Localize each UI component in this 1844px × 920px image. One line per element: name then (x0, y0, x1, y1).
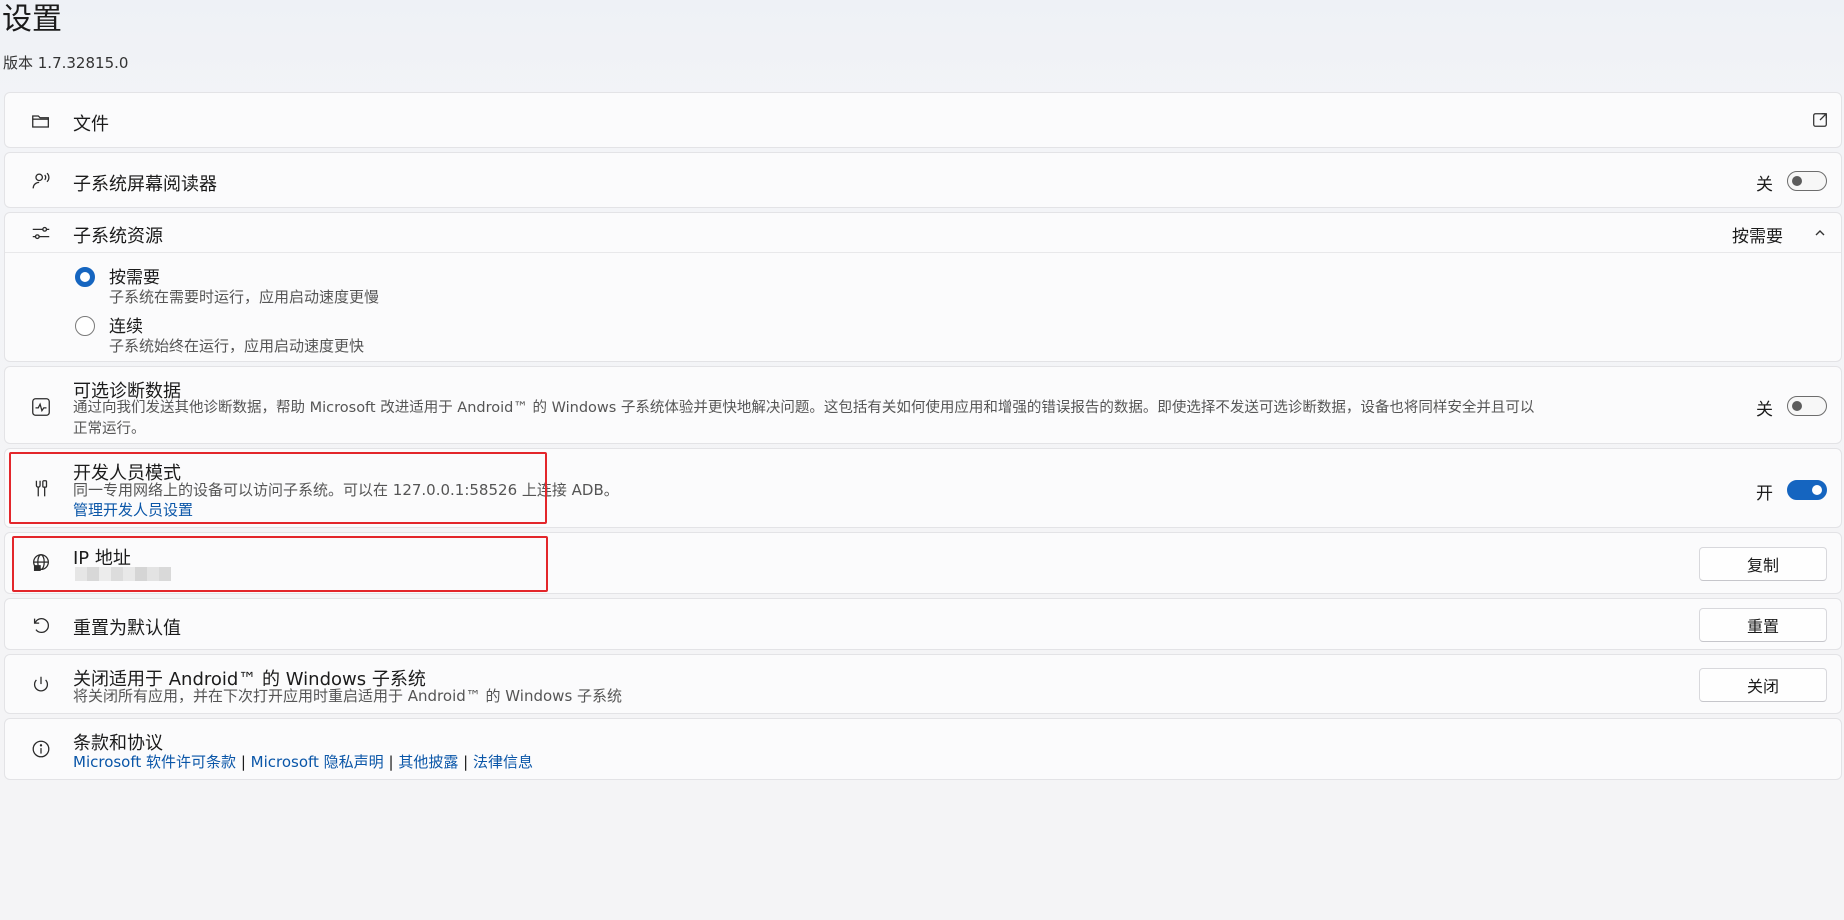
chevron-up-icon[interactable] (1813, 225, 1827, 239)
activity-icon (29, 395, 53, 419)
terms-card: 条款和协议 Microsoft 软件许可条款 | Microsoft 隐私声明 … (4, 718, 1842, 780)
files-label: 文件 (73, 114, 109, 135)
diagnostics-card: 可选诊断数据 通过向我们发送其他诊断数据，帮助 Microsoft 改进适用于 … (4, 366, 1842, 444)
globe-network-icon (29, 551, 53, 575)
diagnostics-desc: 通过向我们发送其他诊断数据，帮助 Microsoft 改进适用于 Android… (73, 398, 1535, 440)
folder-icon (29, 109, 53, 133)
tools-icon (29, 477, 53, 501)
files-card[interactable]: 文件 (4, 92, 1842, 148)
legal-info-link[interactable]: 法律信息 (473, 753, 533, 771)
resources-label: 子系统资源 (73, 226, 163, 247)
manage-developer-settings-link[interactable]: 管理开发人员设置 (73, 500, 193, 521)
reset-label: 重置为默认值 (73, 618, 181, 639)
screen-reader-toggle-state: 关 (1756, 175, 1773, 195)
open-external-icon[interactable] (1811, 111, 1829, 129)
resources-selected-value: 按需要 (1732, 227, 1783, 247)
license-terms-link[interactable]: Microsoft 软件许可条款 (73, 753, 236, 771)
radio-on-demand[interactable] (75, 267, 95, 287)
radio-on-demand-title: 按需要 (109, 268, 160, 288)
toggle-knob (1792, 401, 1802, 411)
developer-desc: 同一专用网络上的设备可以访问子系统。可以在 127.0.0.1:58526 上连… (73, 481, 619, 499)
screen-reader-label: 子系统屏幕阅读器 (73, 174, 217, 195)
shutdown-card: 关闭适用于 Android™ 的 Windows 子系统 将关闭所有应用，并在下… (4, 654, 1842, 714)
privacy-statement-link[interactable]: Microsoft 隐私声明 (251, 753, 384, 771)
resources-header[interactable]: 子系统资源 按需要 (5, 213, 1841, 253)
sliders-icon (29, 221, 53, 245)
link-separator: | (240, 753, 246, 771)
page-title: 设置 (2, 2, 62, 37)
radio-continuous[interactable] (75, 316, 95, 336)
resources-card: 子系统资源 按需要 按需要 子系统在需要时运行，应用启动速度更慢 连续 子系统始… (4, 212, 1842, 362)
shutdown-button[interactable]: 关闭 (1699, 668, 1827, 702)
copy-button[interactable]: 复制 (1699, 547, 1827, 581)
reset-card: 重置为默认值 重置 (4, 598, 1842, 650)
radio-continuous-title: 连续 (109, 317, 143, 337)
link-separator: | (463, 753, 469, 771)
diagnostics-desc-line2: 正常运行。 (73, 421, 146, 437)
narrator-icon (29, 169, 53, 193)
shutdown-desc: 将关闭所有应用，并在下次打开应用时重启适用于 Android™ 的 Window… (73, 687, 623, 705)
toggle-knob (1812, 485, 1822, 495)
terms-links: Microsoft 软件许可条款 | Microsoft 隐私声明 | 其他披露… (73, 752, 533, 773)
reset-icon (29, 613, 53, 637)
developer-toggle[interactable] (1787, 480, 1827, 500)
developer-card: 开发人员模式 同一专用网络上的设备可以访问子系统。可以在 127.0.0.1:5… (4, 448, 1842, 528)
link-separator: | (388, 753, 394, 771)
diagnostics-desc-line1: 通过向我们发送其他诊断数据，帮助 Microsoft 改进适用于 Android… (73, 400, 1535, 416)
resources-divider (5, 252, 1841, 253)
version-label: 版本 1.7.32815.0 (3, 54, 129, 72)
radio-on-demand-desc: 子系统在需要时运行，应用启动速度更慢 (109, 288, 380, 306)
toggle-knob (1792, 176, 1802, 186)
diagnostics-toggle-state: 关 (1756, 400, 1773, 420)
screen-reader-toggle[interactable] (1787, 171, 1827, 191)
diagnostics-toggle[interactable] (1787, 396, 1827, 416)
other-disclosures-link[interactable]: 其他披露 (398, 753, 458, 771)
developer-toggle-state: 开 (1756, 484, 1773, 504)
radio-continuous-desc: 子系统始终在运行，应用启动速度更快 (109, 337, 365, 355)
screen-reader-card: 子系统屏幕阅读器 关 (4, 152, 1842, 208)
reset-button[interactable]: 重置 (1699, 608, 1827, 642)
power-icon (29, 673, 53, 697)
ip-value-redacted (75, 567, 171, 581)
ip-card: IP 地址 复制 (4, 532, 1842, 594)
info-icon (29, 737, 53, 761)
